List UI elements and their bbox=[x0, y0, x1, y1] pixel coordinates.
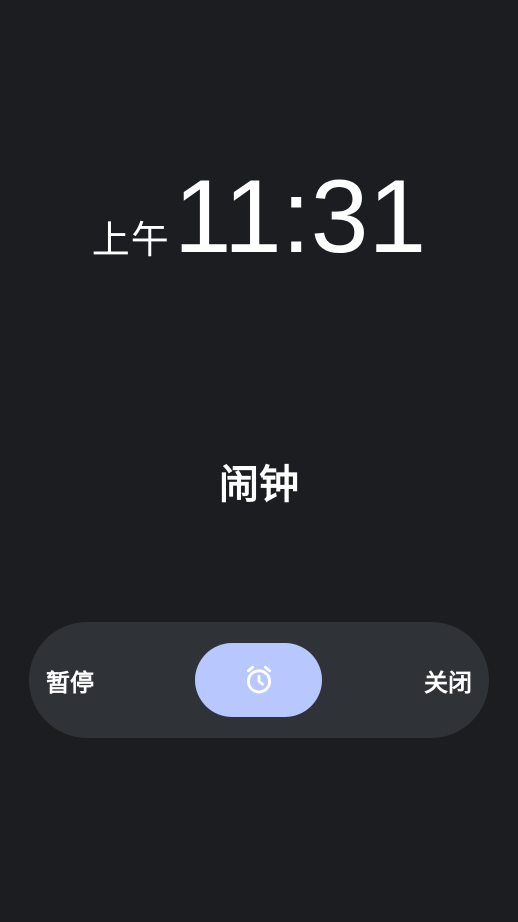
time-display: 上午 11:31 bbox=[0, 165, 518, 269]
snooze-button[interactable]: 暂停 bbox=[46, 622, 94, 738]
alarm-action-slider[interactable]: 暂停 关闭 bbox=[29, 622, 489, 738]
ampm-label: 上午 bbox=[91, 218, 170, 262]
slider-handle[interactable] bbox=[195, 643, 322, 717]
clock-time: 11:31 bbox=[173, 159, 427, 275]
alarm-screen: 上午 11:31 闹钟 暂停 关闭 bbox=[0, 0, 518, 922]
dismiss-button[interactable]: 关闭 bbox=[424, 622, 472, 738]
alarm-clock-icon bbox=[242, 663, 276, 697]
alarm-title: 闹钟 bbox=[219, 462, 299, 508]
